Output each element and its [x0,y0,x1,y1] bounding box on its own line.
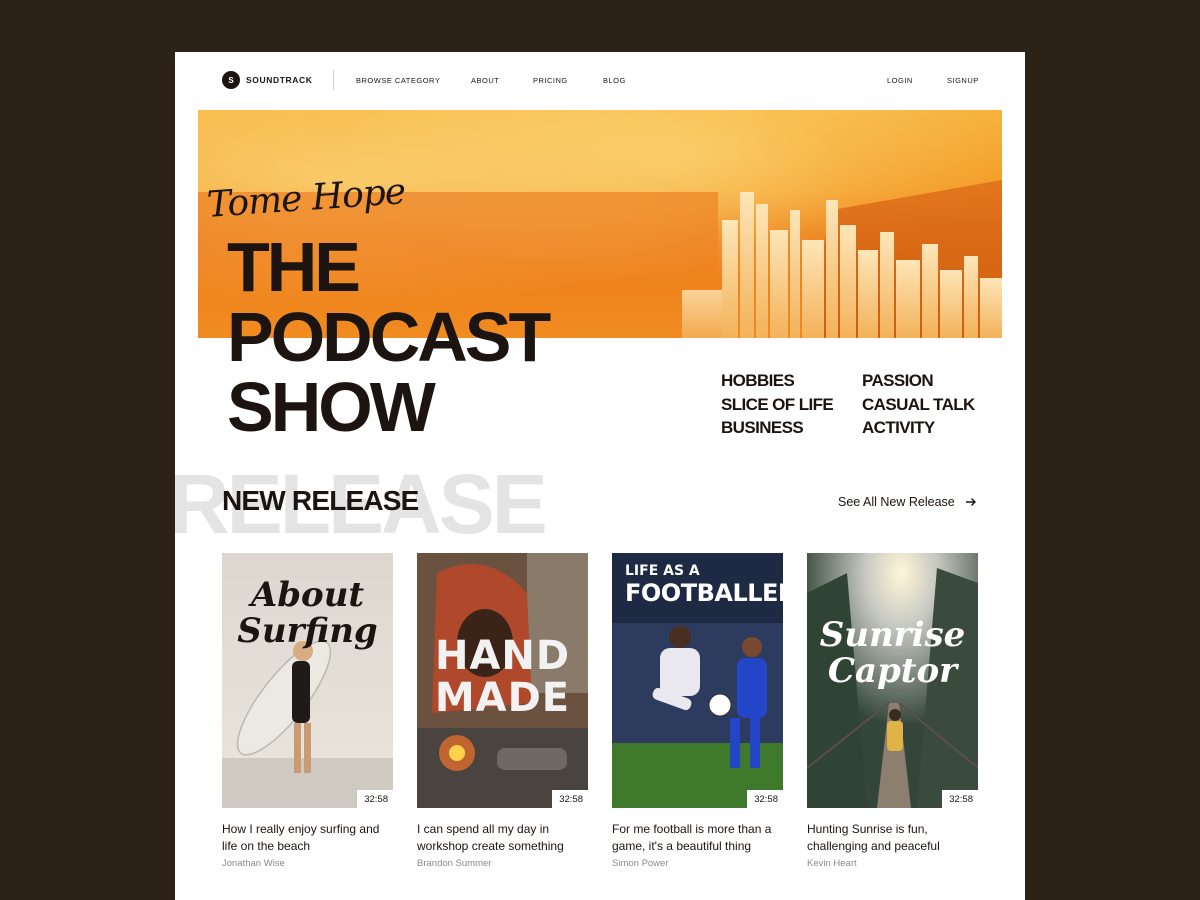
see-all-label: See All New Release [838,495,955,509]
category-casual-talk[interactable]: CASUAL TALK [862,395,975,415]
brand[interactable]: S SOUNDTRACK [222,71,312,89]
nav-link-pricing[interactable]: PRICING [533,76,568,85]
hero-title-line-1: THE [227,228,361,306]
category-hobbies[interactable]: HOBBIES [721,371,795,391]
thumbnail-title-line-1: Sunrise [819,615,966,655]
thumbnail-title-line-1: HAND [434,633,571,679]
duration-badge: 32:58 [747,790,783,808]
top-navigation: S SOUNDTRACK BROWSE CATEGORY ABOUT PRICI… [175,52,1025,108]
duration-badge: 32:58 [942,790,978,808]
podcast-card[interactable]: LIFE AS A FOOTBALLER 32:58 For me footba… [612,553,783,869]
hero-title-line-2: PODCAST [227,298,551,376]
podcast-card[interactable]: HAND MADE 32:58 I can spend all my day i… [417,553,588,869]
hero-title-line-3: SHOW [227,368,436,446]
episode-author: Simon Power [612,858,669,869]
nav-link-blog[interactable]: BLOG [603,76,626,85]
category-activity[interactable]: ACTIVITY [862,418,935,438]
thumbnail-title-line-1: About [250,575,365,615]
episode-title[interactable]: How I really enjoy surfing and life on t… [222,821,393,855]
nav-link-about[interactable]: ABOUT [471,76,499,85]
episode-title[interactable]: Hunting Sunrise is fun, challenging and … [807,821,978,855]
signup-link[interactable]: SIGNUP [947,76,979,85]
duration-badge: 32:58 [552,790,588,808]
episode-author: Jonathan Wise [222,858,285,869]
thumbnail-title-line-2: FOOTBALLER [625,579,783,607]
arrow-right-icon [965,498,976,506]
podcast-thumbnail[interactable]: Sunrise Captor 32:58 [807,553,978,808]
thumbnail-title-line-2: MADE [434,675,571,721]
category-passion[interactable]: PASSION [862,371,934,391]
podcast-card[interactable]: Sunrise Captor 32:58 Hunting Sunrise is … [807,553,978,869]
episode-title[interactable]: For me football is more than a game, it'… [612,821,783,855]
episode-author: Kevin Heart [807,858,857,869]
nav-divider [333,70,334,90]
episode-title[interactable]: I can spend all my day in workshop creat… [417,821,588,855]
brand-logo-icon: S [222,71,240,89]
thumbnail-title-line-1: LIFE AS A [625,563,700,579]
thumbnail-title-line-2: Surfing [237,611,378,651]
login-link[interactable]: LOGIN [887,76,913,85]
brand-name: SOUNDTRACK [246,75,313,85]
see-all-link[interactable]: See All New Release [838,495,977,509]
podcast-thumbnail[interactable]: HAND MADE 32:58 [417,553,588,808]
podcast-card[interactable]: About Surfing 32:58 How I really enjoy s… [222,553,393,869]
category-business[interactable]: BUSINESS [721,418,804,438]
podcast-thumbnail[interactable]: LIFE AS A FOOTBALLER 32:58 [612,553,783,808]
nav-link-browse-category[interactable]: BROWSE CATEGORY [356,76,440,85]
duration-badge: 32:58 [357,790,393,808]
category-slice-of-life[interactable]: SLICE OF LIFE [721,395,834,415]
episode-author: Brandon Summer [417,858,492,869]
podcast-thumbnail[interactable]: About Surfing 32:58 [222,553,393,808]
city-skyline-illustration [682,180,1002,338]
landing-page: S SOUNDTRACK BROWSE CATEGORY ABOUT PRICI… [175,52,1025,900]
thumbnail-title-line-2: Captor [827,651,958,691]
section-title: NEW RELEASE [222,485,419,516]
